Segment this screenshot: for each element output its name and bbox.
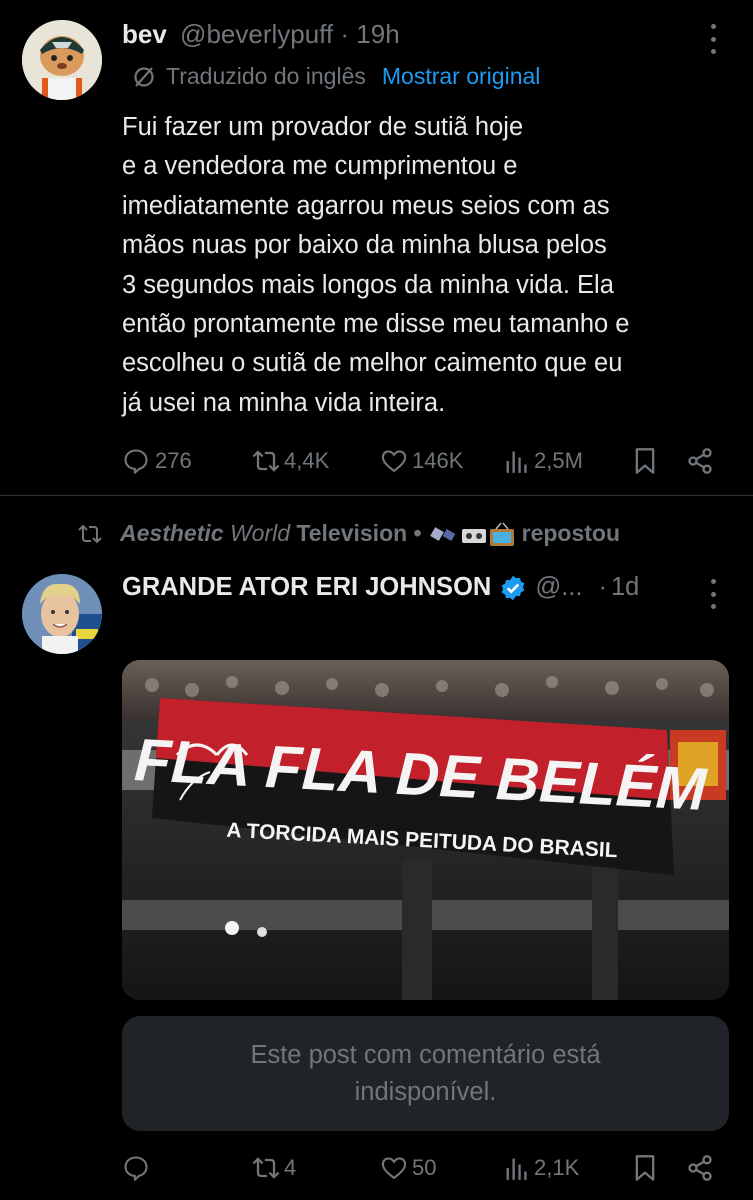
display-name[interactable]: bev <box>122 19 167 49</box>
verified-badge-icon <box>499 574 527 602</box>
like-count: 50 <box>412 1155 437 1180</box>
body-line: escolheu o sutiã de melhor caimento que … <box>122 349 623 378</box>
quote-unavailable-line1: Este post com comentário está <box>250 1040 601 1069</box>
time-separator: · <box>598 573 607 601</box>
repost-count: 4 <box>284 1155 297 1180</box>
avatar-eri-johnson[interactable] <box>22 574 102 654</box>
reply-button[interactable]: 276 <box>122 447 192 475</box>
user-handle[interactable]: @beverlypuff <box>180 19 333 49</box>
share-icon <box>688 1155 712 1181</box>
quote-unavailable-box: Este post com comentário está indisponív… <box>122 1016 729 1131</box>
analytics-icon <box>506 1158 527 1180</box>
repost-account-part1[interactable]: Aesthetic <box>120 520 224 546</box>
quote-unavailable-line2: indisponível. <box>354 1077 497 1106</box>
user-handle[interactable]: @... <box>535 573 582 602</box>
post-image[interactable]: FLA FLA DE BELÉM A TORCIDA MAIS PEITUDA … <box>122 660 729 1000</box>
body-line: já usei na minha vida inteira. <box>122 388 446 417</box>
heart-icon <box>381 450 407 473</box>
repost-account-part3[interactable]: Television • <box>296 520 421 546</box>
repost-account-part2[interactable]: World <box>230 520 290 546</box>
like-count: 146K <box>412 448 464 473</box>
translation-label: Traduzido do inglês <box>166 63 366 89</box>
like-button[interactable]: 146K <box>380 447 463 475</box>
repost-button[interactable]: 4 <box>250 1154 296 1182</box>
time-separator: · <box>340 19 350 49</box>
post-body: Fui fazer um provador de sutiã hoje e a … <box>122 108 629 423</box>
post-actions: 276 4,4K 146K 2,5M <box>122 441 722 481</box>
views-button[interactable]: 2,1K <box>504 1155 579 1181</box>
views-button[interactable]: 2,5M <box>504 448 583 474</box>
repost-button[interactable]: 4,4K <box>250 447 329 475</box>
repost-icon <box>252 1157 280 1179</box>
bookmark-button[interactable] <box>634 1154 656 1182</box>
post-time[interactable]: 1d <box>611 573 639 602</box>
post-bev[interactable]: bev @beverlypuff · 19h Traduzido do ingl… <box>0 0 753 495</box>
repost-icon <box>252 450 280 472</box>
views-count: 2,1K <box>534 1155 580 1180</box>
body-line: e a vendedora me cumprimentou e <box>122 152 518 181</box>
reply-count: 276 <box>155 448 192 473</box>
repost-indicator-icon <box>78 524 102 543</box>
reply-icon <box>124 1156 148 1181</box>
more-options-icon[interactable] <box>708 24 718 54</box>
reply-icon <box>124 449 148 474</box>
bookmark-icon <box>635 1155 655 1181</box>
display-name[interactable]: GRANDE ATOR ERI JOHNSON <box>122 573 491 602</box>
body-line: 3 segundos mais longos da minha vida. El… <box>122 270 614 299</box>
repost-suffix: repostou <box>521 520 621 546</box>
views-count: 2,5M <box>534 448 583 473</box>
body-line: então prontamente me disse meu tamanho e <box>122 310 630 339</box>
tv-emojis-icon <box>429 521 516 547</box>
show-original-link[interactable]: Mostrar original <box>382 63 541 90</box>
more-options-icon[interactable] <box>708 579 718 609</box>
share-button[interactable] <box>686 447 714 475</box>
repost-banner: Aesthetic World Television • repostou <box>76 520 620 547</box>
bookmark-button[interactable] <box>634 447 656 475</box>
like-button[interactable]: 50 <box>380 1154 436 1182</box>
body-line: Fui fazer um provador de sutiã hoje <box>122 113 524 141</box>
bookmark-icon <box>635 448 655 474</box>
post-time[interactable]: 19h <box>356 19 399 49</box>
post-eri-johnson[interactable]: Aesthetic World Television • repostou GR… <box>0 496 753 1200</box>
post-actions: 4 50 2,1K <box>122 1148 722 1188</box>
reply-button[interactable] <box>122 1154 155 1182</box>
share-icon <box>688 448 712 474</box>
analytics-icon <box>506 451 527 473</box>
body-line: mãos nuas por baixo da minha blusa pelos <box>122 231 607 260</box>
heart-icon <box>381 1157 407 1180</box>
translate-icon <box>132 65 156 89</box>
repost-count: 4,4K <box>284 448 330 473</box>
avatar-bev[interactable] <box>22 20 102 100</box>
share-button[interactable] <box>686 1154 714 1182</box>
stadium-photo: FLA FLA DE BELÉM A TORCIDA MAIS PEITUDA … <box>122 660 729 1000</box>
body-line: imediatamente agarrou meus seios com as <box>122 191 610 220</box>
